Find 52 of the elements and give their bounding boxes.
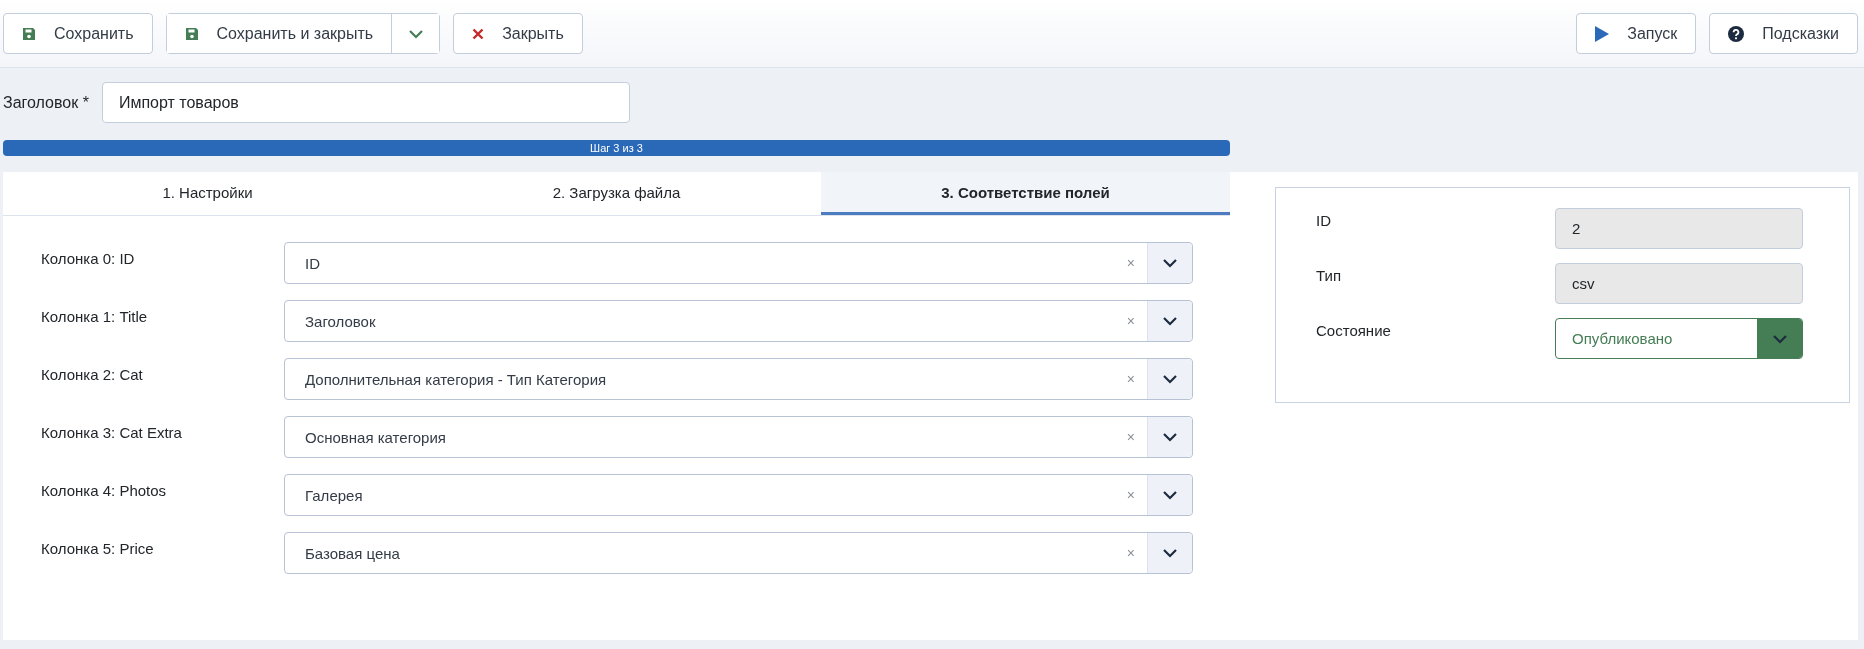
readonly-field: csv: [1555, 263, 1803, 304]
select-value: Базовая цена: [304, 544, 401, 562]
status-value: Опубликовано: [1571, 330, 1674, 347]
dropdown-toggle[interactable]: [1147, 243, 1192, 283]
tab[interactable]: 3. Соответствие полей: [821, 172, 1230, 215]
field-select[interactable]: ID ×: [284, 242, 1193, 284]
chevron-down-icon: [1162, 374, 1178, 384]
field-select[interactable]: Заголовок ×: [284, 300, 1193, 342]
chevron-down-icon: [1162, 432, 1178, 442]
dropdown-toggle[interactable]: [1147, 301, 1192, 341]
chevron-down-icon: [1162, 490, 1178, 500]
dropdown-toggle[interactable]: [1147, 359, 1192, 399]
chevron-down-icon: [1162, 548, 1178, 558]
readonly-field: 2: [1555, 208, 1803, 249]
field-label: Тип: [1316, 266, 1342, 284]
dropdown-toggle[interactable]: [1147, 417, 1192, 457]
help-button[interactable]: Подсказки: [1709, 13, 1858, 54]
select-value: ID: [304, 254, 321, 272]
progress-text: Шаг 3 из 3: [590, 142, 643, 154]
chevron-down-icon: [407, 28, 424, 39]
close-icon: [472, 27, 485, 40]
field-select[interactable]: Основная категория ×: [284, 416, 1193, 458]
select-value: Заголовок: [304, 312, 377, 330]
field-select[interactable]: Базовая цена ×: [284, 532, 1193, 574]
column-label: Колонка 2: Cat: [41, 365, 144, 383]
field-label: ID: [1316, 211, 1332, 229]
chevron-down-icon: [1162, 258, 1178, 268]
save-button[interactable]: Сохранить: [3, 13, 153, 54]
status-select[interactable]: Опубликовано: [1555, 318, 1803, 359]
help-icon: [1728, 25, 1745, 42]
dropdown-toggle[interactable]: [1757, 319, 1802, 358]
dropdown-toggle-button[interactable]: [391, 14, 440, 53]
field-select[interactable]: Дополнительная категория - Тип Категория ×: [284, 358, 1193, 400]
field-label: Состояние: [1316, 321, 1392, 339]
chevron-down-icon: [1162, 316, 1178, 326]
run-button[interactable]: Запуск: [1576, 13, 1697, 54]
select-value: Основная категория: [304, 428, 447, 446]
dropdown-toggle[interactable]: [1147, 533, 1192, 573]
title-label: Заголовок *: [3, 93, 89, 112]
column-label: Колонка 3: Cat Extra: [41, 423, 183, 441]
column-label: Колонка 0: ID: [41, 249, 136, 267]
select-value: Дополнительная категория - Тип Категория: [304, 370, 608, 388]
column-label: Колонка 5: Price: [41, 539, 155, 557]
dropdown-toggle[interactable]: [1147, 475, 1192, 515]
chevron-down-icon: [1771, 333, 1788, 344]
title-input[interactable]: Импорт товаров: [101, 82, 630, 123]
field-select[interactable]: Галерея ×: [284, 474, 1193, 516]
play-icon: [1595, 25, 1610, 42]
select-value: Галерея: [304, 486, 364, 504]
column-label: Колонка 1: Title: [41, 307, 149, 325]
close-button[interactable]: Закрыть: [453, 13, 583, 54]
column-label: Колонка 4: Photos: [41, 481, 168, 499]
